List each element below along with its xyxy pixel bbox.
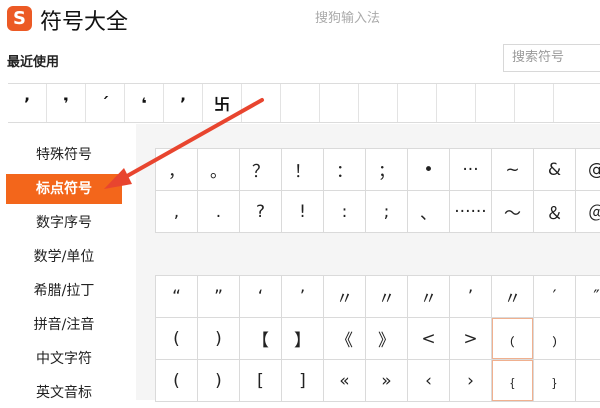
symbol-cell[interactable]: .	[198, 191, 240, 233]
symbol-cell[interactable]: »	[366, 360, 408, 402]
symbol-cell[interactable]: 【	[240, 318, 282, 360]
recent-symbol-cell[interactable]	[515, 84, 554, 122]
symbol-cell[interactable]: ？	[240, 149, 282, 191]
sidebar-item-3[interactable]: 数字序号	[6, 208, 122, 238]
symbol-cell[interactable]: ：	[324, 149, 366, 191]
recent-symbols-row: ’ ❜ ˊ ❛’ 卐	[8, 83, 600, 123]
symbol-cell[interactable]: ’	[282, 276, 324, 318]
sidebar-item-8[interactable]: 英文音标	[6, 378, 122, 408]
symbol-cell[interactable]: ﹙	[492, 318, 534, 360]
symbol-cell[interactable]: :	[324, 191, 366, 233]
symbol-cell[interactable]: ＠	[576, 191, 600, 233]
symbol-cell[interactable]: ?	[240, 191, 282, 233]
sidebar-item-7[interactable]: 中文字符	[6, 344, 122, 374]
sidebar-item-2[interactable]: 标点符号	[6, 174, 122, 204]
symbol-cell[interactable]: 。	[198, 149, 240, 191]
recent-symbol-cell[interactable]	[398, 84, 437, 122]
symbol-grid-primary: ，。？！：；•···~&@,.?!:;、······～＆＠	[155, 148, 600, 233]
symbol-cell[interactable]: ﹜	[534, 360, 576, 402]
search-input[interactable]: 搜索符号	[503, 44, 600, 72]
recent-symbol-cell[interactable]: ❛	[125, 84, 164, 122]
symbol-cell[interactable]: ”	[198, 276, 240, 318]
symbol-cell[interactable]: ······	[450, 191, 492, 233]
symbol-cell[interactable]: &	[534, 149, 576, 191]
recent-symbol-cell[interactable]	[476, 84, 515, 122]
symbol-cell[interactable]: ！	[282, 149, 324, 191]
symbol-cell[interactable]: 《	[324, 318, 366, 360]
symbol-cell[interactable]: ‹	[408, 360, 450, 402]
symbol-cell[interactable]: ，	[156, 149, 198, 191]
sidebar-item-1[interactable]: 特殊符号	[6, 140, 122, 170]
symbol-cell[interactable]	[576, 360, 600, 402]
recent-symbol-cell[interactable]: ❜	[47, 84, 86, 122]
symbol-cell[interactable]: <	[408, 318, 450, 360]
symbol-cell[interactable]: “	[156, 276, 198, 318]
symbol-cell[interactable]: ′	[534, 276, 576, 318]
symbol-cell[interactable]: ﹚	[534, 318, 576, 360]
symbol-cell[interactable]	[576, 318, 600, 360]
symbol-cell[interactable]: ›	[450, 360, 492, 402]
symbol-cell[interactable]: ‘	[240, 276, 282, 318]
ime-name: 搜狗输入法	[315, 11, 381, 26]
symbol-cell[interactable]: (	[156, 318, 198, 360]
symbol-grid-secondary: “” ‘’ 〃〃〃’ 〃 ′ ″() 【】《》 < > ﹙ ﹚()[] «» ‹ › ﹛ ﹜	[155, 275, 600, 402]
symbol-panel: ，。？！：；•···~&@,.?!:;、······～＆＠ “”‘’〃〃〃’〃′…	[136, 124, 600, 402]
sidebar-item-6[interactable]: 拼音/注音	[6, 310, 122, 340]
recent-symbol-cell[interactable]: ˊ	[86, 84, 125, 122]
sidebar-item-4[interactable]: 数学/单位	[6, 242, 122, 272]
symbol-cell[interactable]: (	[156, 360, 198, 402]
symbol-cell[interactable]: [	[240, 360, 282, 402]
recent-symbol-cell[interactable]: ’	[8, 84, 47, 122]
symbol-cell[interactable]: ’	[450, 276, 492, 318]
symbol-cell[interactable]: ;	[366, 191, 408, 233]
symbol-cell[interactable]: ″	[576, 276, 600, 318]
category-sidebar: 特殊符号 标点符号 数字序号 数学/单位 希腊/拉丁 拼音/注音 中文字符 英文音标	[0, 138, 130, 401]
recent-label: 最近使用	[7, 55, 60, 70]
recent-symbol-cell[interactable]	[437, 84, 476, 122]
symbol-cell[interactable]: •	[408, 149, 450, 191]
recent-symbol-cell[interactable]: 卐	[203, 84, 242, 122]
symbol-cell[interactable]: ～	[492, 191, 534, 233]
symbol-cell[interactable]: 〃	[324, 276, 366, 318]
symbol-cell[interactable]: ；	[366, 149, 408, 191]
symbol-cell[interactable]: 〃	[492, 276, 534, 318]
symbol-cell[interactable]: ]	[282, 360, 324, 402]
recent-symbol-cell[interactable]	[281, 84, 320, 122]
symbol-cell[interactable]: 】	[282, 318, 324, 360]
recent-symbol-cell[interactable]	[320, 84, 359, 122]
symbol-cell[interactable]: ···	[450, 149, 492, 191]
title-bar: S 符号大全 搜狗输入法	[0, 0, 600, 40]
symbol-cell[interactable]: 、	[408, 191, 450, 233]
symbol-cell[interactable]: «	[324, 360, 366, 402]
symbol-cell[interactable]: ~	[492, 149, 534, 191]
symbol-cell[interactable]: 〃	[408, 276, 450, 318]
symbol-cell[interactable]: !	[282, 191, 324, 233]
symbol-cell[interactable]: ＆	[534, 191, 576, 233]
recent-symbol-cell[interactable]	[359, 84, 398, 122]
recent-symbol-cell[interactable]: ’	[164, 84, 203, 122]
symbol-cell[interactable]: @	[576, 149, 600, 191]
symbol-cell[interactable]: ,	[156, 191, 198, 233]
symbol-cell[interactable]: 〃	[366, 276, 408, 318]
symbol-cell[interactable]: >	[450, 318, 492, 360]
symbol-cell[interactable]: )	[198, 318, 240, 360]
symbol-cell[interactable]: ﹛	[492, 360, 534, 402]
symbol-cell[interactable]: 》	[366, 318, 408, 360]
sidebar-item-5[interactable]: 希腊/拉丁	[6, 276, 122, 306]
symbol-cell[interactable]: )	[198, 360, 240, 402]
app-title: 符号大全	[40, 10, 129, 35]
recent-symbol-cell[interactable]	[242, 84, 281, 122]
sogou-logo-icon: S	[7, 6, 32, 31]
